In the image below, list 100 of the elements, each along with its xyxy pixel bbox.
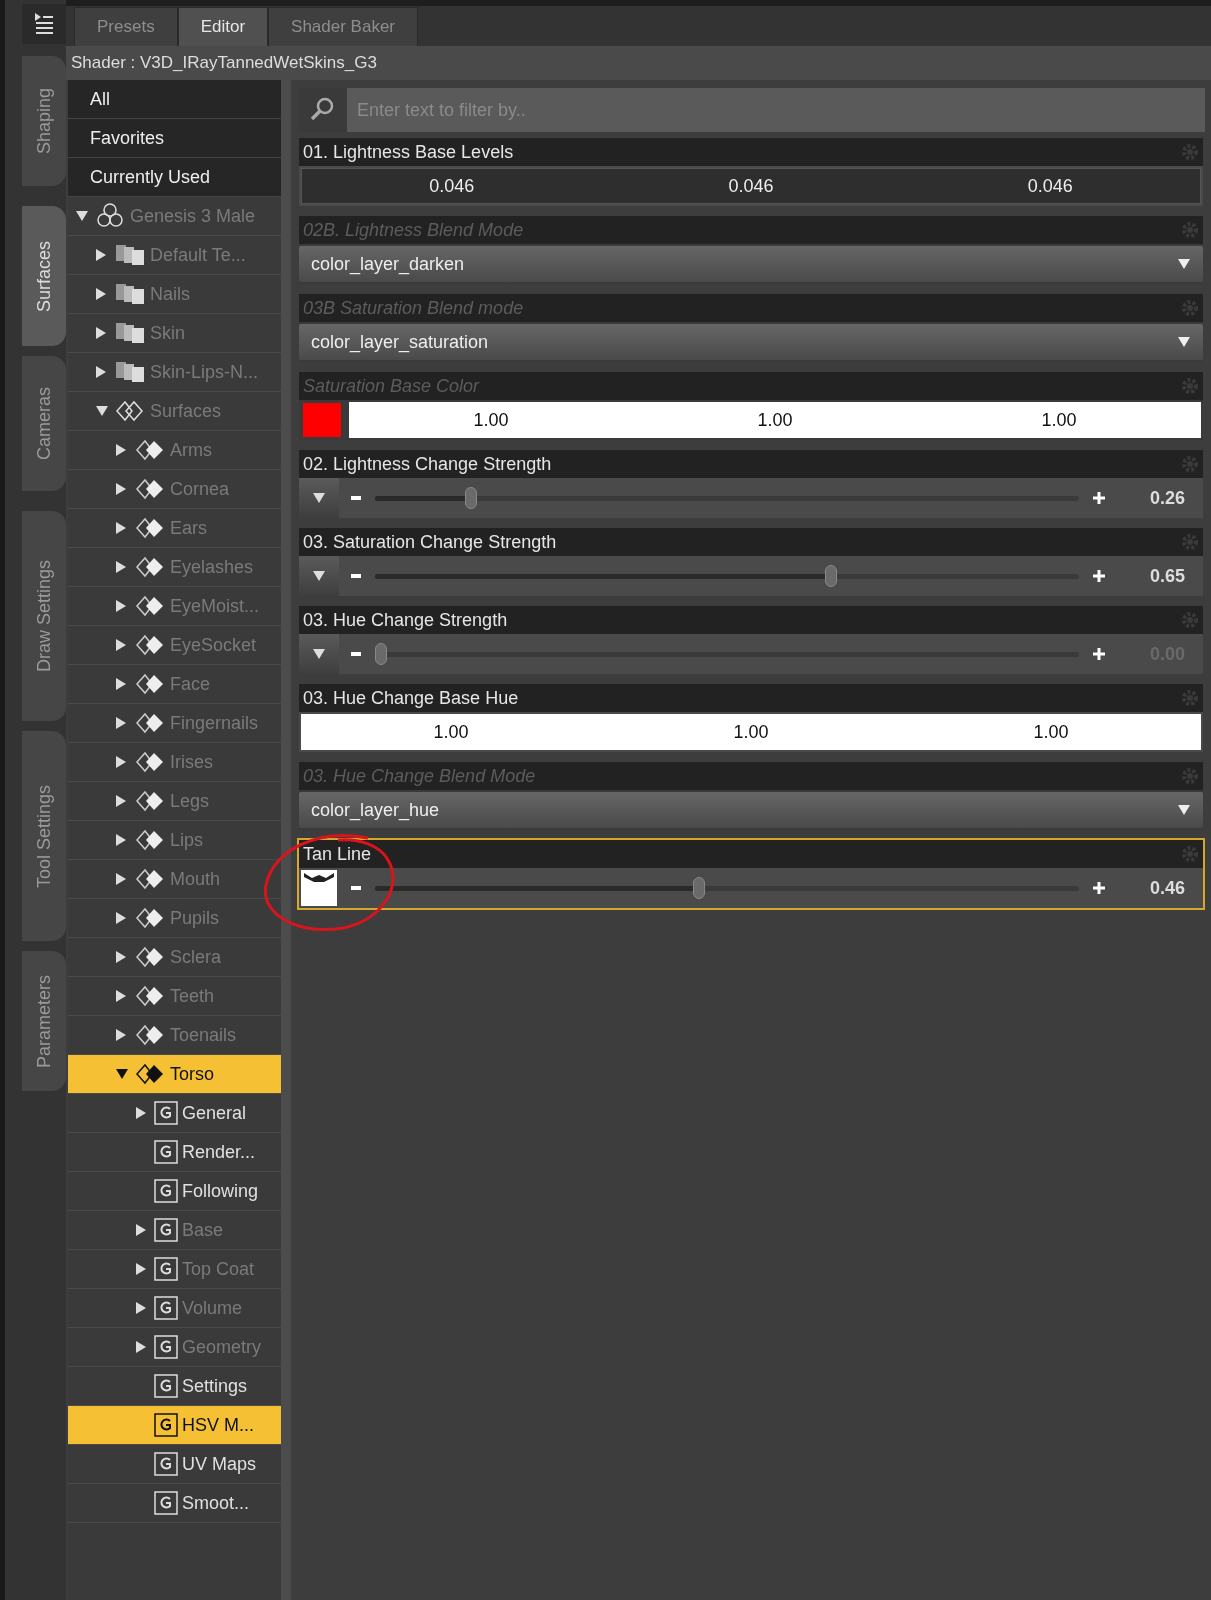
menu-button[interactable] — [299, 556, 339, 596]
value-field[interactable]: 0.046 0.046 0.046 — [301, 168, 1201, 204]
tree-item[interactable]: Volume — [68, 1289, 281, 1328]
tree-item[interactable]: Ears — [68, 509, 281, 548]
expand-arrow-icon[interactable] — [116, 678, 126, 690]
slider-thumb[interactable] — [693, 877, 706, 899]
expand-arrow-icon[interactable] — [116, 483, 126, 495]
slider-thumb[interactable] — [375, 643, 387, 665]
surface-icon — [134, 905, 166, 931]
tree-item[interactable]: Arms — [68, 431, 281, 470]
expand-arrow-icon[interactable] — [116, 600, 126, 612]
tree-item[interactable]: Default Te... — [68, 236, 281, 275]
tree-item[interactable]: Smoot... — [68, 1484, 281, 1523]
dropdown[interactable]: color_layer_hue — [299, 792, 1203, 828]
slider-value[interactable]: 0.26 — [1105, 487, 1203, 509]
expand-arrow-icon[interactable] — [116, 561, 126, 573]
filter-item[interactable]: All — [68, 80, 281, 119]
side-tab[interactable]: Tool Settings — [22, 731, 66, 941]
slider-track[interactable] — [375, 564, 1079, 588]
plus-icon[interactable] — [1093, 648, 1105, 660]
side-tab[interactable]: Draw Settings — [22, 511, 66, 721]
tree-item[interactable]: Geometry — [68, 1328, 281, 1367]
expand-arrow-icon[interactable] — [136, 1263, 146, 1275]
expand-arrow-icon[interactable] — [116, 1029, 126, 1041]
expand-arrow-icon[interactable] — [116, 717, 126, 729]
tree-item[interactable]: Lips — [68, 821, 281, 860]
tree-item[interactable]: Irises — [68, 743, 281, 782]
image-thumbnail[interactable] — [301, 870, 337, 906]
tree-item[interactable]: UV Maps — [68, 1445, 281, 1484]
expand-arrow-icon[interactable] — [116, 990, 126, 1002]
menu-icon[interactable] — [22, 4, 66, 44]
expand-arrow-icon[interactable] — [96, 288, 106, 300]
tree-item[interactable]: Genesis 3 Male — [68, 197, 281, 236]
collapse-arrow-icon[interactable] — [96, 406, 108, 416]
expand-arrow-icon[interactable] — [136, 1107, 146, 1119]
tree-item[interactable]: Nails — [68, 275, 281, 314]
slider-thumb[interactable] — [464, 487, 477, 509]
expand-arrow-icon[interactable] — [116, 795, 126, 807]
tree-item[interactable]: Skin — [68, 314, 281, 353]
expand-arrow-icon[interactable] — [116, 951, 126, 963]
tree-item[interactable]: Fingernails — [68, 704, 281, 743]
tree-item[interactable]: Pupils — [68, 899, 281, 938]
expand-arrow-icon[interactable] — [96, 366, 106, 378]
tree-item[interactable]: Sclera — [68, 938, 281, 977]
tree-item[interactable]: Base — [68, 1211, 281, 1250]
filter-item[interactable]: Favorites — [68, 119, 281, 158]
plus-icon[interactable] — [1093, 570, 1105, 582]
slider-track[interactable] — [375, 486, 1079, 510]
slider-track[interactable] — [375, 876, 1079, 900]
expand-arrow-icon[interactable] — [116, 873, 126, 885]
side-tab[interactable]: Surfaces — [22, 206, 66, 346]
tree-item[interactable]: Cornea — [68, 470, 281, 509]
expand-arrow-icon[interactable] — [116, 639, 126, 651]
plus-icon[interactable] — [1093, 492, 1105, 504]
expand-arrow-icon[interactable] — [136, 1224, 146, 1236]
tree-item[interactable]: EyeMoist... — [68, 587, 281, 626]
tree-item[interactable]: Mouth — [68, 860, 281, 899]
color-swatch[interactable] — [303, 403, 341, 437]
tree-item[interactable]: HSV M... — [68, 1406, 281, 1445]
slider-value[interactable]: 0.65 — [1105, 565, 1203, 587]
tree-item[interactable]: Render... — [68, 1133, 281, 1172]
plus-icon[interactable] — [1093, 882, 1105, 894]
slider-thumb[interactable] — [824, 565, 837, 587]
expand-arrow-icon[interactable] — [96, 249, 106, 261]
tab[interactable]: Presets — [74, 7, 178, 46]
value-field[interactable]: 1.00 1.00 1.00 — [301, 714, 1201, 750]
side-tab[interactable]: Shaping — [22, 56, 66, 186]
tree-item[interactable]: Face — [68, 665, 281, 704]
tree-item[interactable]: Eyelashes — [68, 548, 281, 587]
menu-button[interactable] — [299, 478, 339, 518]
expand-arrow-icon[interactable] — [116, 756, 126, 768]
slider-track[interactable] — [375, 642, 1079, 666]
filter-item[interactable]: Currently Used — [68, 158, 281, 197]
dropdown[interactable]: color_layer_darken — [299, 246, 1203, 282]
expand-arrow-icon[interactable] — [136, 1341, 146, 1353]
expand-arrow-icon[interactable] — [116, 522, 126, 534]
menu-button[interactable] — [299, 634, 339, 674]
value-field[interactable]: 1.00 1.00 1.00 — [349, 402, 1201, 438]
tree-item[interactable]: EyeSocket — [68, 626, 281, 665]
expand-arrow-icon[interactable] — [116, 912, 126, 924]
tree-item[interactable]: Legs — [68, 782, 281, 821]
tree-item[interactable]: Skin-Lips-N... — [68, 353, 281, 392]
tab[interactable]: Shader Baker — [268, 7, 418, 46]
tree-item[interactable]: Surfaces — [68, 392, 281, 431]
tree-item[interactable]: Teeth — [68, 977, 281, 1016]
tree-item[interactable]: Following — [68, 1172, 281, 1211]
collapse-arrow-icon[interactable] — [76, 211, 88, 221]
dropdown[interactable]: color_layer_saturation — [299, 324, 1203, 360]
side-tab[interactable]: Parameters — [22, 951, 66, 1091]
collapse-arrow-icon[interactable] — [116, 1069, 128, 1079]
tab[interactable]: Editor — [177, 7, 269, 46]
tree-item[interactable]: Torso — [68, 1055, 281, 1094]
side-tab[interactable]: Cameras — [22, 356, 66, 491]
tree-item[interactable]: General — [68, 1094, 281, 1133]
expand-arrow-icon[interactable] — [136, 1302, 146, 1314]
slider-value[interactable]: 0.46 — [1105, 877, 1203, 899]
expand-arrow-icon[interactable] — [96, 327, 106, 339]
expand-arrow-icon[interactable] — [116, 834, 126, 846]
tree-item[interactable]: Top Coat — [68, 1250, 281, 1289]
expand-arrow-icon[interactable] — [116, 444, 126, 456]
